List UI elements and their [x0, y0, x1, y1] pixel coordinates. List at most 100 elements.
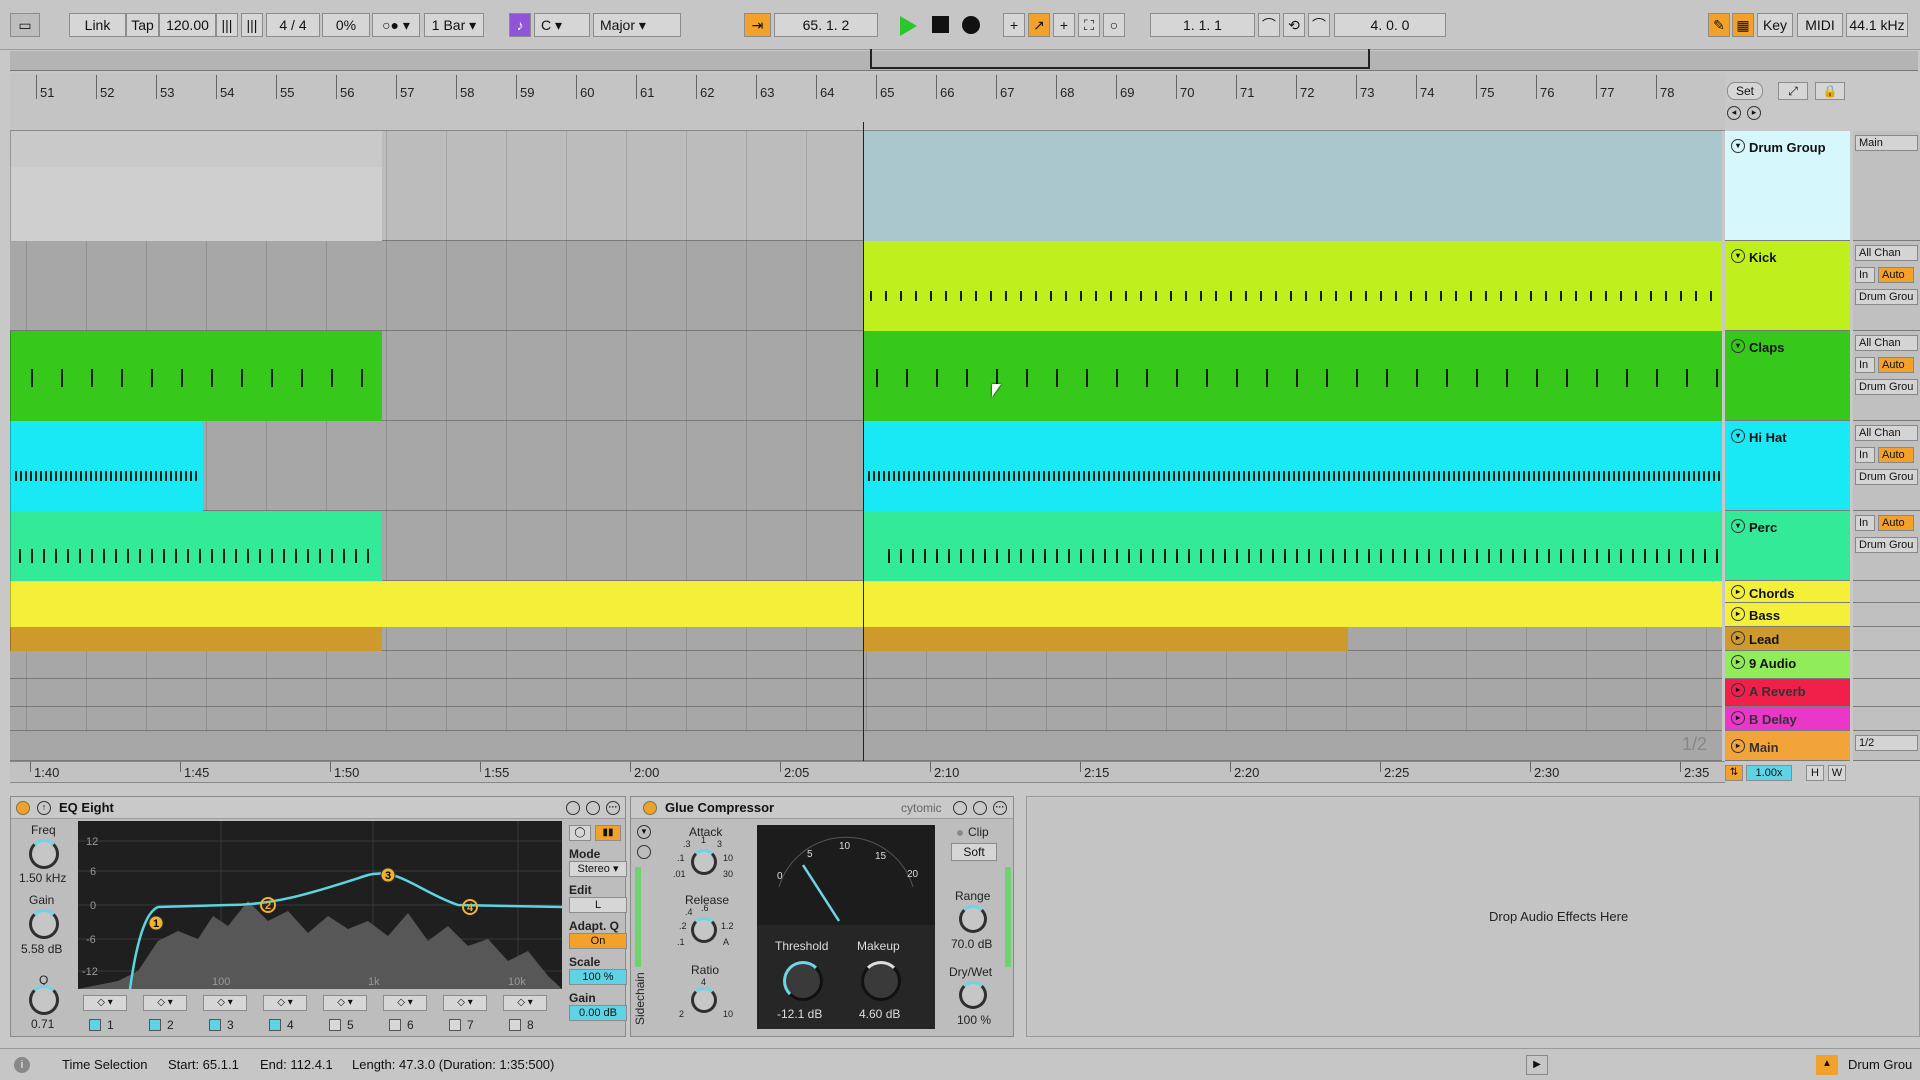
track-options-icon[interactable]: ⇅ — [1725, 765, 1743, 781]
edit-select[interactable]: L — [569, 897, 627, 913]
monitor-in-button[interactable]: In — [1855, 357, 1875, 373]
fold-icon[interactable]: ▾ — [1731, 519, 1745, 533]
band-filter-select[interactable]: ◇ ▾ — [323, 995, 367, 1011]
fold-icon[interactable]: ▸ — [1731, 655, 1745, 669]
lock-icon[interactable]: 🔒 — [1815, 82, 1845, 100]
monitor-in-button[interactable]: In — [1855, 447, 1875, 463]
track-header-claps[interactable]: ▾ Claps — [1725, 331, 1850, 421]
loop-length-field[interactable]: 4. 0. 0 — [1334, 13, 1446, 37]
width-toggle-button[interactable]: W — [1828, 765, 1846, 781]
ratio-knob[interactable] — [691, 987, 717, 1013]
track-header-drum-group[interactable]: ▾ Drum Group — [1725, 131, 1850, 241]
fit-to-window-icon[interactable]: ⤢ — [1778, 82, 1808, 100]
monitor-auto-button[interactable]: Auto — [1878, 447, 1914, 463]
kick-clip[interactable] — [863, 241, 1722, 331]
monitor-in-button[interactable]: In — [1855, 515, 1875, 531]
input-routing-select[interactable]: All Chan — [1855, 425, 1918, 441]
hihat-clip-1[interactable] — [10, 421, 203, 511]
play-preview-icon[interactable]: ▶ — [1526, 1055, 1548, 1075]
band-filter-select[interactable]: ◇ ▾ — [203, 995, 247, 1011]
drum-group-left-clip[interactable] — [10, 131, 382, 167]
glue-hot-swap-icon[interactable] — [953, 801, 967, 815]
session-record-icon[interactable]: ○ — [1103, 13, 1125, 37]
freq-knob[interactable] — [29, 839, 59, 869]
band-filter-select[interactable]: ◇ ▾ — [383, 995, 427, 1011]
drum-group-left-lower[interactable] — [10, 167, 382, 241]
output-routing-select[interactable]: Drum Grou — [1855, 469, 1918, 485]
beat-time-ruler[interactable]: 51 52 53 54 55 56 57 58 59 60 61 62 63 64 65 66 67 68 69 70… — [10, 73, 1725, 131]
back-to-arrangement-icon[interactable]: + — [1053, 13, 1075, 37]
fold-icon[interactable]: ▾ — [1731, 429, 1745, 443]
save-preset-icon[interactable] — [586, 801, 600, 815]
signature-field[interactable]: 4 / 4 — [266, 13, 320, 37]
hot-swap-icon[interactable] — [566, 801, 580, 815]
band-filter-select[interactable]: ◇ ▾ — [263, 995, 307, 1011]
fold-icon[interactable]: ▸ — [1731, 711, 1745, 725]
sidechain-headphones-icon[interactable] — [637, 845, 651, 859]
output-routing-select[interactable]: Drum Grou — [1855, 537, 1918, 553]
track-header-b-delay[interactable]: ▸ B Delay — [1725, 707, 1850, 731]
band-filter-select[interactable]: ◇ ▾ — [503, 995, 547, 1011]
output-gain-field[interactable]: 0.00 dB — [569, 1005, 627, 1021]
link-button[interactable]: Link — [69, 13, 126, 37]
fold-icon[interactable]: ▸ — [1731, 739, 1745, 753]
stop-icon[interactable] — [932, 16, 949, 33]
q-value[interactable]: 0.71 — [31, 1017, 54, 1031]
overview-viewport[interactable] — [870, 49, 1370, 69]
draw-mode-icon[interactable]: ✎ — [1708, 13, 1730, 37]
warning-icon[interactable]: ▲ — [1816, 1055, 1838, 1075]
capture-icon[interactable]: ⛶ — [1078, 13, 1100, 37]
nudge-up-icon[interactable]: ||| — [241, 13, 263, 37]
perc-clip-1[interactable] — [10, 511, 382, 581]
input-routing-select[interactable]: 1/2 — [1855, 735, 1918, 751]
fold-icon[interactable]: ▾ — [1731, 339, 1745, 353]
arrangement-overview[interactable] — [10, 49, 1918, 71]
gain-value[interactable]: 5.58 dB — [21, 942, 62, 956]
groove-amount-field[interactable]: 0% — [322, 13, 370, 37]
more-options-icon[interactable]: ··· — [606, 801, 620, 815]
output-routing-select[interactable]: Drum Grou — [1855, 289, 1918, 305]
input-routing-select[interactable]: All Chan — [1855, 335, 1918, 351]
punch-in-icon[interactable]: ⌒ — [1258, 13, 1280, 37]
expand-icon[interactable]: ↑ — [37, 801, 51, 815]
tap-button[interactable]: Tap — [126, 13, 159, 37]
makeup-knob[interactable] — [861, 961, 901, 1001]
midi-map-button[interactable]: MIDI — [1797, 13, 1843, 37]
drop-zone[interactable]: Drop Audio Effects Here — [1026, 796, 1920, 1037]
record-icon[interactable] — [962, 16, 980, 34]
metronome-icon[interactable]: ○● ▾ — [372, 13, 420, 37]
fold-icon[interactable]: ▸ — [1731, 631, 1745, 645]
loop-switch-icon[interactable]: ⟲ — [1283, 13, 1305, 37]
nudge-down-icon[interactable]: ||| — [216, 13, 238, 37]
lead-clip-1[interactable] — [10, 627, 382, 651]
glue-save-icon[interactable] — [973, 801, 987, 815]
arrangement-view[interactable] — [10, 131, 1722, 761]
overdub-icon[interactable]: + — [1003, 13, 1025, 37]
fold-icon[interactable]: ▸ — [1731, 585, 1745, 599]
track-header-chords[interactable]: ▸ Chords — [1725, 581, 1850, 603]
glue-on-icon[interactable] — [643, 801, 657, 815]
glue-more-icon[interactable]: ··· — [993, 801, 1007, 815]
band-enable-checkbox[interactable] — [209, 1019, 221, 1031]
input-routing-select[interactable]: All Chan — [1855, 245, 1918, 261]
height-toggle-button[interactable]: H — [1806, 765, 1824, 781]
monitor-auto-button[interactable]: Auto — [1878, 357, 1914, 373]
fold-icon[interactable]: ▾ — [1731, 139, 1745, 153]
info-icon[interactable]: i — [14, 1057, 30, 1073]
makeup-value[interactable]: 4.60 dB — [859, 1007, 900, 1021]
attack-knob[interactable] — [691, 849, 717, 875]
fold-icon[interactable]: ▸ — [1731, 683, 1745, 697]
track-header-bass[interactable]: ▸ Bass — [1725, 603, 1850, 627]
drywet-value[interactable]: 100 % — [957, 1013, 991, 1027]
range-knob[interactable] — [959, 905, 987, 933]
threshold-knob[interactable] — [783, 961, 823, 1001]
band-enable-checkbox[interactable] — [509, 1019, 521, 1031]
track-header-lead[interactable]: ▸ Lead — [1725, 627, 1850, 651]
computer-midi-keyboard-icon[interactable]: ▦ — [1732, 13, 1754, 37]
claps-clip-1[interactable] — [10, 331, 382, 421]
lead-clip-2[interactable] — [863, 627, 1348, 651]
drywet-knob[interactable] — [959, 981, 987, 1009]
track-header-a-reverb[interactable]: ▸ A Reverb — [1725, 679, 1850, 707]
eq-display[interactable]: 1 2 3 4 12 6 0 -6 -12 100 1k 10k — [78, 821, 562, 989]
scale-select[interactable]: Major ▾ — [593, 13, 681, 37]
